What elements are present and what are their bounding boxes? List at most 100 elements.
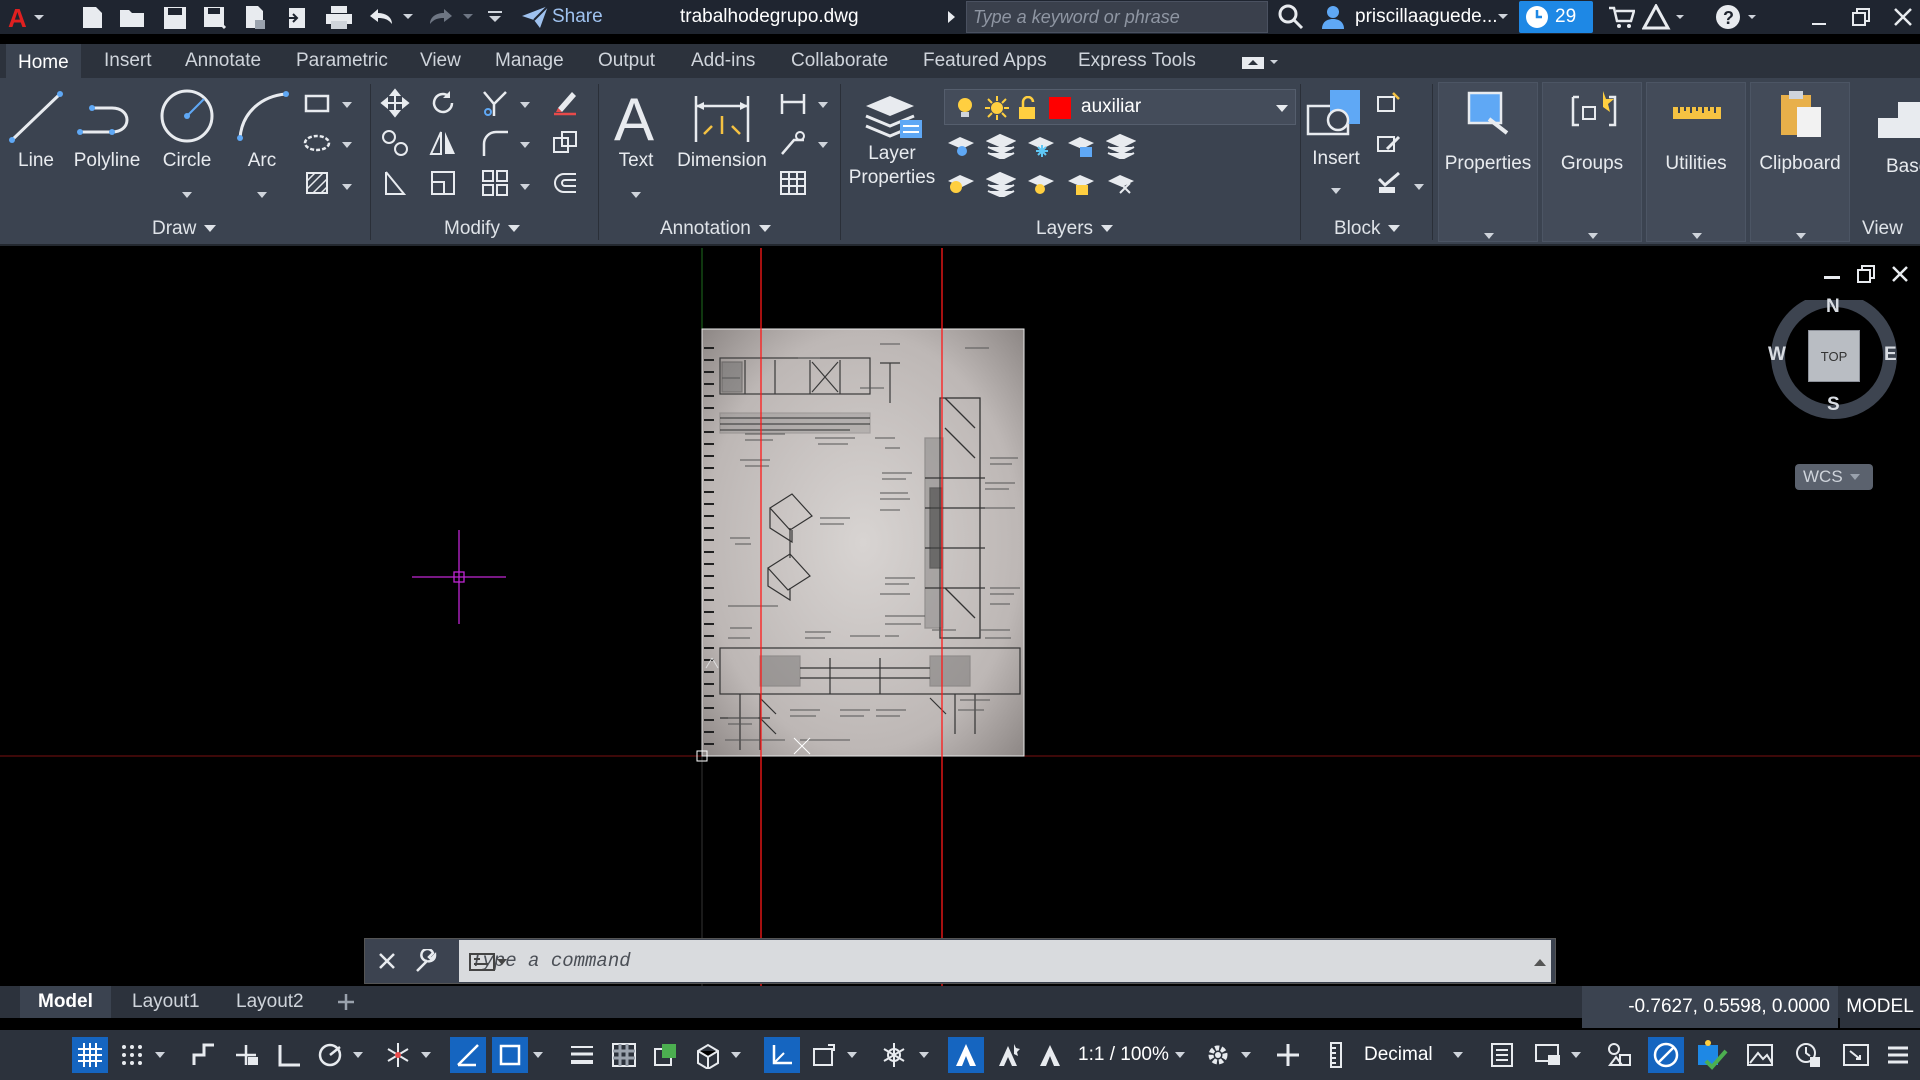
tab-annotate[interactable]: Annotate (173, 44, 273, 78)
hatch-dropdown-icon[interactable] (342, 184, 352, 190)
quick-properties-icon[interactable] (1484, 1037, 1520, 1073)
layers-panel-title[interactable]: Layers (1036, 218, 1114, 240)
layer-properties-button[interactable]: Layer Properties (848, 86, 936, 190)
lock-ui-dropdown-icon[interactable] (1566, 1037, 1586, 1073)
tab-collaborate[interactable]: Collaborate (779, 44, 900, 78)
groups-panel[interactable]: Groups (1542, 82, 1642, 242)
draw-panel-title[interactable]: Draw (152, 218, 217, 240)
layer-isolate-icon[interactable] (984, 128, 1018, 162)
3d-object-snap-icon[interactable] (690, 1037, 726, 1073)
redo-dropdown-icon[interactable] (460, 2, 476, 32)
customize-icon[interactable] (484, 2, 506, 32)
command-close-icon[interactable] (377, 951, 397, 971)
3dosnap-dropdown-icon[interactable] (726, 1037, 746, 1073)
isolate-objects-icon[interactable] (1602, 1037, 1638, 1073)
hardware-acceleration-icon[interactable] (1648, 1037, 1684, 1073)
text-tool-button[interactable]: A Text (606, 86, 666, 198)
object-snap-icon[interactable] (492, 1037, 528, 1073)
linear-dimension-icon[interactable] (776, 86, 810, 120)
annotation-panel-title[interactable]: Annotation (660, 218, 771, 240)
attributes-dropdown-icon[interactable] (1414, 184, 1424, 190)
units-settings-icon[interactable] (1790, 1037, 1826, 1073)
scale-icon[interactable] (426, 166, 460, 200)
layer-off-icon[interactable] (944, 128, 978, 162)
annotation-visibility-icon[interactable] (948, 1037, 984, 1073)
autocad-logo-icon[interactable]: A (4, 2, 48, 32)
command-customize-icon[interactable] (413, 949, 439, 975)
dynamic-input-icon[interactable] (228, 1037, 264, 1073)
selection-filter-icon[interactable] (806, 1037, 842, 1073)
add-layout-icon[interactable] (336, 992, 356, 1012)
viewport-restore-icon[interactable] (1856, 264, 1876, 284)
circle-tool-button[interactable]: Circle (152, 86, 222, 198)
user-dropdown-icon[interactable] (1496, 2, 1510, 32)
lock-ui-icon[interactable] (1530, 1037, 1566, 1073)
recent-commands-icon[interactable] (469, 951, 509, 973)
customize-status-bar-icon[interactable] (1880, 1037, 1916, 1073)
layer-unisolate-icon[interactable] (984, 166, 1018, 200)
publish-icon[interactable] (238, 2, 272, 32)
properties-panel[interactable]: Properties (1438, 82, 1538, 242)
snap-dropdown-icon[interactable] (150, 1037, 170, 1073)
command-history-icon[interactable] (1533, 957, 1547, 967)
ellipse-icon[interactable] (300, 126, 334, 160)
trim-dropdown-icon[interactable] (520, 102, 530, 108)
leader-icon[interactable] (776, 126, 810, 160)
cart-icon[interactable] (1604, 2, 1638, 32)
polar-tracking-icon[interactable] (312, 1037, 348, 1073)
dynamic-ucs-icon[interactable] (764, 1037, 800, 1073)
wcs-menu[interactable]: WCS (1795, 464, 1873, 490)
block-panel-title[interactable]: Block (1334, 218, 1401, 240)
save-icon[interactable] (158, 2, 192, 32)
hatch-icon[interactable] (300, 166, 334, 200)
workspace-dropdown-icon[interactable] (1236, 1037, 1256, 1073)
layer-change-current-icon[interactable] (1104, 166, 1138, 200)
tab-add-ins[interactable]: Add-ins (679, 44, 767, 78)
search-input[interactable] (966, 1, 1268, 33)
gizmo-icon[interactable] (876, 1037, 912, 1073)
offset-icon[interactable] (548, 166, 582, 200)
layer-freeze-icon[interactable] (1024, 128, 1058, 162)
annotation-monitor-icon[interactable] (1270, 1037, 1306, 1073)
utilities-dropdown-icon[interactable] (1692, 233, 1702, 239)
layer-lock-icon[interactable] (1064, 128, 1098, 162)
trim-icon[interactable] (478, 86, 512, 120)
auto-scale-icon[interactable] (990, 1037, 1026, 1073)
leader-dropdown-icon[interactable] (818, 142, 828, 148)
layer-thaw-icon[interactable] (1024, 166, 1058, 200)
mirror-icon[interactable] (426, 126, 460, 160)
compass-south[interactable]: S (1827, 394, 1840, 416)
array-icon[interactable] (478, 166, 512, 200)
grid-icon[interactable] (72, 1037, 108, 1073)
move-icon[interactable] (378, 86, 412, 120)
rectangle-dropdown-icon[interactable] (342, 102, 352, 108)
isodraft-icon[interactable] (380, 1037, 416, 1073)
view-panel[interactable]: Base View (1856, 78, 1920, 242)
redo-icon[interactable] (424, 2, 458, 32)
rotate-icon[interactable] (426, 86, 460, 120)
export-icon[interactable] (280, 2, 314, 32)
user-icon[interactable] (1316, 2, 1350, 32)
tab-featured-apps[interactable]: Featured Apps (911, 44, 1059, 78)
scale-dropdown-icon[interactable] (1170, 1037, 1190, 1073)
tab-home[interactable]: Home (6, 44, 81, 78)
properties-dropdown-icon[interactable] (1484, 233, 1494, 239)
share-button[interactable]: Share (552, 2, 603, 32)
layer-dropdown[interactable]: auxiliar (944, 89, 1296, 125)
lineweight-icon[interactable] (564, 1037, 600, 1073)
workspace-gear-icon[interactable] (1200, 1037, 1236, 1073)
layer-on-all-icon[interactable] (944, 166, 978, 200)
fullscreen-icon[interactable] (1838, 1037, 1874, 1073)
explode-icon[interactable] (548, 126, 582, 160)
stretch-icon[interactable] (378, 166, 412, 200)
infer-constraints-icon[interactable] (186, 1037, 222, 1073)
user-name[interactable]: priscillaaguede... (1355, 6, 1498, 28)
groups-dropdown-icon[interactable] (1588, 233, 1598, 239)
osnap-dropdown-icon[interactable] (528, 1037, 548, 1073)
compass-east[interactable]: E (1884, 344, 1897, 366)
units-value[interactable]: Decimal (1364, 1044, 1433, 1066)
tab-layout2[interactable]: Layout2 (218, 986, 322, 1018)
new-file-icon[interactable] (76, 2, 110, 32)
copy-icon[interactable] (378, 126, 412, 160)
model-space[interactable] (0, 248, 1920, 986)
